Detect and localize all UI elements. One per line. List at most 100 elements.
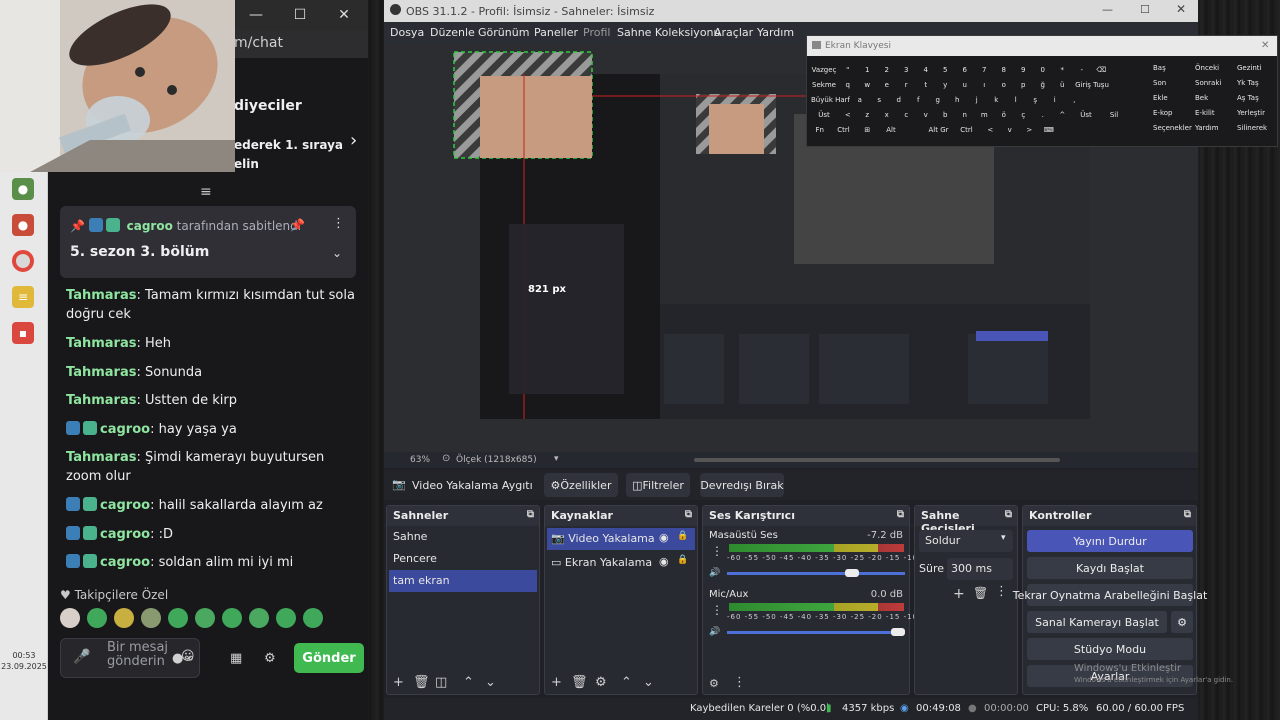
osk-nav-key[interactable]: Aş Taş bbox=[1237, 92, 1277, 104]
osk-key[interactable]: e bbox=[878, 79, 896, 91]
chevron-up-icon[interactable]: ⌃ bbox=[621, 675, 632, 690]
popout-icon[interactable]: ⧉ bbox=[1005, 509, 1012, 520]
chat-username[interactable]: cagroo bbox=[100, 527, 150, 542]
eye-icon[interactable]: ◉ bbox=[659, 531, 669, 544]
send-button[interactable]: Gönder bbox=[294, 643, 364, 673]
osk-key[interactable]: a bbox=[851, 94, 869, 106]
osk-key[interactable]: p bbox=[1015, 79, 1033, 91]
osk-nav-key[interactable]: Son bbox=[1153, 77, 1193, 89]
osk-key[interactable]: y bbox=[937, 79, 955, 91]
osk-key[interactable]: Sil bbox=[1101, 109, 1127, 121]
osk-nav-key[interactable]: Gezinti bbox=[1237, 62, 1277, 74]
stop-stream-button[interactable]: Yayını Durdur bbox=[1027, 530, 1193, 552]
horizontal-scrollbar[interactable] bbox=[694, 458, 1060, 462]
osk-key[interactable]: n bbox=[956, 109, 974, 121]
filter-icon[interactable]: ◫ bbox=[435, 675, 447, 690]
osk-key[interactable]: " bbox=[839, 64, 857, 76]
osk-nav-key[interactable]: E-kop bbox=[1153, 107, 1193, 119]
osk-key[interactable]: Büyük Harf bbox=[811, 94, 850, 106]
osk-key[interactable]: q bbox=[839, 79, 857, 91]
trash-icon[interactable]: 🗑 bbox=[413, 675, 430, 690]
osk-key[interactable]: m bbox=[976, 109, 994, 121]
chat-url-bar[interactable]: m/chat bbox=[234, 30, 368, 58]
source-item[interactable]: ▭ Ekran Yakalama ◉ 🔒 bbox=[547, 552, 695, 574]
microphone-icon[interactable]: 🎤 bbox=[73, 649, 90, 665]
emote-icon[interactable] bbox=[141, 608, 161, 628]
more-options-icon[interactable]: ⋮ bbox=[733, 675, 746, 690]
osk-nav-key[interactable]: Bek bbox=[1195, 92, 1235, 104]
osk-key[interactable]: ı bbox=[976, 79, 994, 91]
osk-key[interactable]: f bbox=[910, 94, 928, 106]
menu-sahne-koleksiyonu[interactable]: Sahne Koleksiyonu bbox=[617, 26, 721, 39]
more-options-icon[interactable]: ⋮ bbox=[711, 544, 723, 558]
emote-icon[interactable] bbox=[249, 608, 269, 628]
osk-nav-key[interactable]: Sonraki bbox=[1195, 77, 1235, 89]
osk-key[interactable]: c bbox=[898, 109, 916, 121]
popout-icon[interactable]: ⧉ bbox=[527, 509, 534, 520]
osk-key[interactable]: i bbox=[1046, 94, 1064, 106]
minimize-button[interactable]: — bbox=[234, 0, 278, 30]
osk-nav-key[interactable]: Yerleştir bbox=[1237, 107, 1277, 119]
source-item[interactable]: 📷 Video Yakalama Aygıtı◉ 🔒 bbox=[547, 528, 695, 550]
collapse-icon[interactable]: ≡ bbox=[200, 184, 212, 200]
osk-key[interactable]: ç bbox=[1015, 109, 1033, 121]
bits-icon[interactable]: ●∞ bbox=[172, 651, 194, 666]
emote-icon[interactable] bbox=[222, 608, 242, 628]
popout-icon[interactable]: ⧉ bbox=[685, 509, 692, 520]
add-icon[interactable]: + bbox=[393, 675, 404, 690]
osk-key[interactable]: t bbox=[917, 79, 935, 91]
properties-button[interactable]: ⚙ Özellikler bbox=[544, 473, 618, 497]
osk-key[interactable]: 4 bbox=[917, 64, 935, 76]
osk-key[interactable]: Alt bbox=[878, 124, 904, 136]
osk-key[interactable] bbox=[906, 124, 924, 136]
unpin-icon[interactable]: 📌 bbox=[290, 218, 305, 232]
osk-key[interactable]: r bbox=[898, 79, 916, 91]
volume-slider[interactable] bbox=[727, 631, 905, 634]
layers-icon[interactable]: ≡ bbox=[12, 286, 34, 308]
emote-icon[interactable] bbox=[87, 608, 107, 628]
osk-nav-key[interactable]: Önceki bbox=[1195, 62, 1235, 74]
start-recording-button[interactable]: Kaydı Başlat bbox=[1027, 557, 1193, 579]
osk-key[interactable]: 2 bbox=[878, 64, 896, 76]
osk-key[interactable]: 1 bbox=[859, 64, 877, 76]
gear-icon[interactable]: ⚙ bbox=[709, 677, 719, 690]
osk-key[interactable]: 3 bbox=[898, 64, 916, 76]
osk-key[interactable]: ü bbox=[1054, 79, 1072, 91]
osk-key[interactable]: Vazgeç bbox=[811, 64, 837, 76]
maximize-button[interactable]: ☐ bbox=[1140, 3, 1150, 16]
add-icon[interactable]: + bbox=[551, 675, 562, 690]
chat-username[interactable]: Tahmaras bbox=[66, 393, 136, 408]
osk-key[interactable]: w bbox=[859, 79, 877, 91]
add-icon[interactable]: + bbox=[953, 586, 965, 602]
osk-key[interactable]: j bbox=[968, 94, 986, 106]
osk-key[interactable]: ^ bbox=[1054, 109, 1072, 121]
osk-nav-key[interactable]: Yardım bbox=[1195, 122, 1235, 134]
osk-nav-key[interactable]: Baş bbox=[1153, 62, 1193, 74]
chat-username[interactable]: Tahmaras bbox=[66, 336, 136, 351]
app-icon-red[interactable]: ● bbox=[12, 214, 34, 236]
osk-key[interactable]: d bbox=[890, 94, 908, 106]
osk-key[interactable]: ğ bbox=[1034, 79, 1052, 91]
osk-key[interactable]: ş bbox=[1027, 94, 1045, 106]
osk-key[interactable]: x bbox=[878, 109, 896, 121]
close-button[interactable]: ✕ bbox=[1176, 2, 1186, 16]
scale-label[interactable]: Ölçek (1218x685) bbox=[456, 455, 537, 465]
osk-key[interactable]: ⌨ bbox=[1040, 124, 1058, 136]
osk-key[interactable]: < bbox=[982, 124, 1000, 136]
menu-görünüm[interactable]: Görünüm bbox=[478, 26, 529, 39]
emote-icon[interactable] bbox=[276, 608, 296, 628]
app-icon-box[interactable]: ▪ bbox=[12, 322, 34, 344]
minimize-button[interactable]: — bbox=[1102, 3, 1113, 16]
close-button[interactable]: ✕ bbox=[322, 0, 366, 30]
deactivate-button[interactable]: Devredışı Bırak bbox=[700, 473, 784, 497]
osk-key[interactable]: v bbox=[917, 109, 935, 121]
volume-icon[interactable]: 🔊 bbox=[709, 568, 720, 578]
osk-key[interactable]: - bbox=[1073, 64, 1091, 76]
osk-nav-key[interactable]: Ekle bbox=[1153, 92, 1193, 104]
menu-profil[interactable]: Profil bbox=[583, 26, 610, 39]
osk-key[interactable]: ⊞ bbox=[859, 124, 877, 136]
osk-key[interactable]: z bbox=[859, 109, 877, 121]
osk-key[interactable]: k bbox=[988, 94, 1006, 106]
emote-icon[interactable] bbox=[303, 608, 323, 628]
chrome-icon[interactable] bbox=[12, 250, 34, 272]
